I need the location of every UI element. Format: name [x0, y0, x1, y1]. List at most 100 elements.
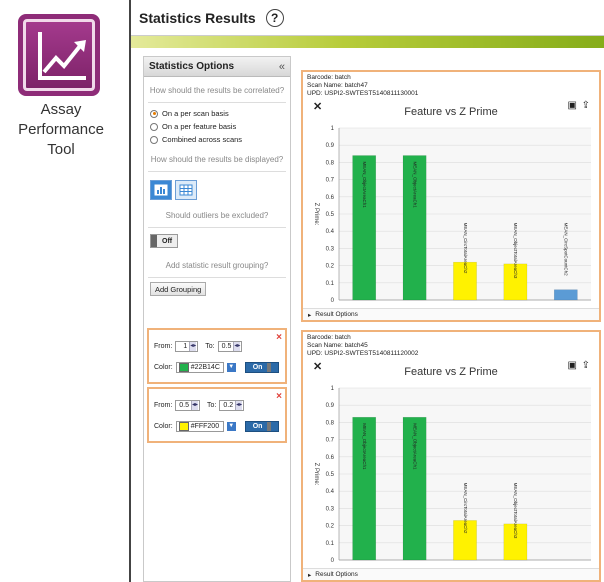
result-options-toggle[interactable]: ▸ Result Options: [303, 308, 599, 320]
view-buttons: [144, 178, 290, 202]
result-options-label: Result Options: [315, 571, 358, 578]
collapse-icon[interactable]: «: [279, 61, 285, 73]
toggle-knob: [267, 422, 272, 431]
from-label: From:: [154, 402, 173, 409]
stepper-icon[interactable]: ◂▸: [189, 342, 196, 351]
from-stepper[interactable]: 0.5 ◂▸: [175, 400, 201, 411]
panel-title: Statistics Options: [149, 61, 235, 72]
bar-category-label: MEAN_ObjectTotalAreaCh3: [513, 483, 518, 539]
chevron-down-icon[interactable]: ▼: [226, 422, 236, 431]
question-outliers: Should outliers be excluded?: [165, 211, 269, 220]
panel-header: Statistics Options «: [144, 57, 290, 77]
radio-combined[interactable]: Combined across scans: [144, 133, 290, 146]
toggle-knob: [267, 363, 272, 372]
color-label: Color:: [154, 423, 173, 430]
help-icon[interactable]: ?: [265, 8, 284, 27]
grouping-on-toggle[interactable]: On: [244, 362, 280, 373]
grouping-card: × From: 0.5 ◂▸ To: 0.2 ◂▸ Color: #FFF200: [147, 387, 287, 443]
grouping-card: × From: 1 ◂▸ To: 0.5 ◂▸ Color: #22B14C ▼…: [147, 328, 287, 384]
y-tick-label: 0.5: [326, 212, 335, 218]
from-value: 1: [183, 343, 188, 350]
y-tick-label: 0: [331, 298, 335, 304]
to-value: 0.2: [223, 402, 234, 409]
bar-category-label: MEAN_ObjectAreaCh1: [412, 162, 417, 209]
app-caption-line: Tool: [47, 141, 75, 158]
app-caption-line: Performance: [18, 121, 104, 138]
question-correlated: How should the results be correlated?: [149, 86, 285, 95]
window-title: Statistics Results: [139, 9, 256, 26]
question-displayed: How should the results be displayed?: [150, 155, 284, 164]
result-card: Barcode: batch Scan Name: batch45 UPD: U…: [301, 330, 601, 582]
title-bar: Statistics Results ?: [131, 0, 604, 36]
app-caption: Assay Performance Tool: [8, 100, 114, 160]
radio-per-feature[interactable]: On a per feature basis: [144, 120, 290, 133]
bar-category-label: MEAN_ObjectAreaCh1: [412, 423, 417, 470]
result-options-toggle[interactable]: ▸ Result Options: [303, 568, 599, 580]
y-tick-label: 0.9: [326, 403, 335, 409]
y-tick-label: 0.1: [326, 541, 335, 547]
radio-icon[interactable]: [150, 109, 158, 118]
y-tick-label: 0.9: [326, 143, 335, 149]
y-tick-label: 0.7: [326, 178, 335, 184]
from-stepper[interactable]: 1 ◂▸: [175, 341, 199, 352]
upd-text: UPD: USPI2-SWTEST5140811120002: [307, 350, 419, 357]
statistics-window: Statistics Results ? Statistics Options …: [129, 0, 604, 582]
y-tick-label: 0.4: [326, 229, 335, 235]
to-stepper[interactable]: 0.5 ◂▸: [217, 341, 243, 352]
barcode-text: Barcode: batch: [307, 74, 351, 81]
y-tick-label: 0.5: [326, 472, 335, 478]
grouping-color-row: Color: #22B14C ▼ On: [154, 362, 280, 373]
scan-meta: Barcode: batch Scan Name: batch45 UPD: U…: [303, 332, 599, 360]
result-options-label: Result Options: [315, 311, 358, 318]
bar-category-label: MEAN_ObjectTotalAreaCh3: [513, 223, 518, 279]
toggle-label: On: [252, 364, 263, 371]
y-tick-label: 0.8: [326, 160, 335, 166]
color-value: #22B14C: [190, 364, 220, 371]
outliers-toggle[interactable]: Off: [150, 234, 179, 248]
y-tick-label: 0.3: [326, 506, 335, 512]
app-icon[interactable]: [18, 14, 100, 96]
question-grouping: Add statistic result grouping?: [165, 261, 269, 270]
barcode-text: Barcode: batch: [307, 334, 351, 341]
scan-name-text: Scan Name: batch45: [307, 342, 368, 349]
close-icon[interactable]: ×: [276, 391, 282, 402]
close-icon[interactable]: ×: [276, 332, 282, 343]
y-axis-label: Z Prime:: [313, 463, 319, 486]
y-tick-label: 0.2: [326, 264, 335, 270]
y-tick-label: 0.3: [326, 246, 335, 252]
radio-icon[interactable]: [150, 122, 158, 131]
toggle-label: On: [252, 423, 263, 430]
y-tick-label: 0: [331, 558, 335, 564]
to-label: To:: [207, 402, 217, 409]
stepper-icon[interactable]: ◂▸: [191, 401, 198, 410]
color-swatch: [178, 363, 189, 372]
bar-category-label: MEAN_ObjectAreaCh1: [362, 162, 367, 209]
upd-text: UPD: USPI2-SWTEST5140811130001: [307, 90, 419, 97]
y-tick-label: 0.1: [326, 281, 335, 287]
y-tick-label: 0.6: [326, 455, 335, 461]
radio-icon[interactable]: [150, 135, 158, 144]
bar-category-label: MEAN_CircTotalAreaCh2: [463, 223, 468, 274]
y-tick-label: 0.8: [326, 420, 335, 426]
app-caption-line: Assay: [40, 101, 82, 118]
bar: [553, 289, 578, 301]
radio-label: On a per feature basis: [162, 122, 237, 131]
y-tick-label: 1: [331, 386, 335, 392]
stepper-icon[interactable]: ◂▸: [233, 342, 240, 351]
radio-per-scan[interactable]: On a per scan basis: [144, 107, 290, 120]
stepper-icon[interactable]: ◂▸: [235, 401, 242, 410]
from-value: 0.5: [179, 402, 190, 409]
bar-category-label: MEAN_CircTotalAreaCh2: [463, 483, 468, 534]
grouping-color-row: Color: #FFF200 ▼ On: [154, 421, 280, 432]
divider: [148, 277, 286, 278]
scan-meta: Barcode: batch Scan Name: batch47 UPD: U…: [303, 72, 599, 100]
color-value: #FFF200: [190, 423, 220, 430]
chart-view-icon[interactable]: [150, 180, 172, 200]
color-select[interactable]: #22B14C: [175, 362, 224, 373]
grouping-on-toggle[interactable]: On: [244, 421, 280, 432]
color-select[interactable]: #FFF200: [175, 421, 224, 432]
add-grouping-button[interactable]: Add Grouping: [150, 282, 207, 296]
chevron-down-icon[interactable]: ▼: [226, 363, 236, 372]
table-view-icon[interactable]: [175, 180, 197, 200]
to-stepper[interactable]: 0.2 ◂▸: [219, 400, 245, 411]
